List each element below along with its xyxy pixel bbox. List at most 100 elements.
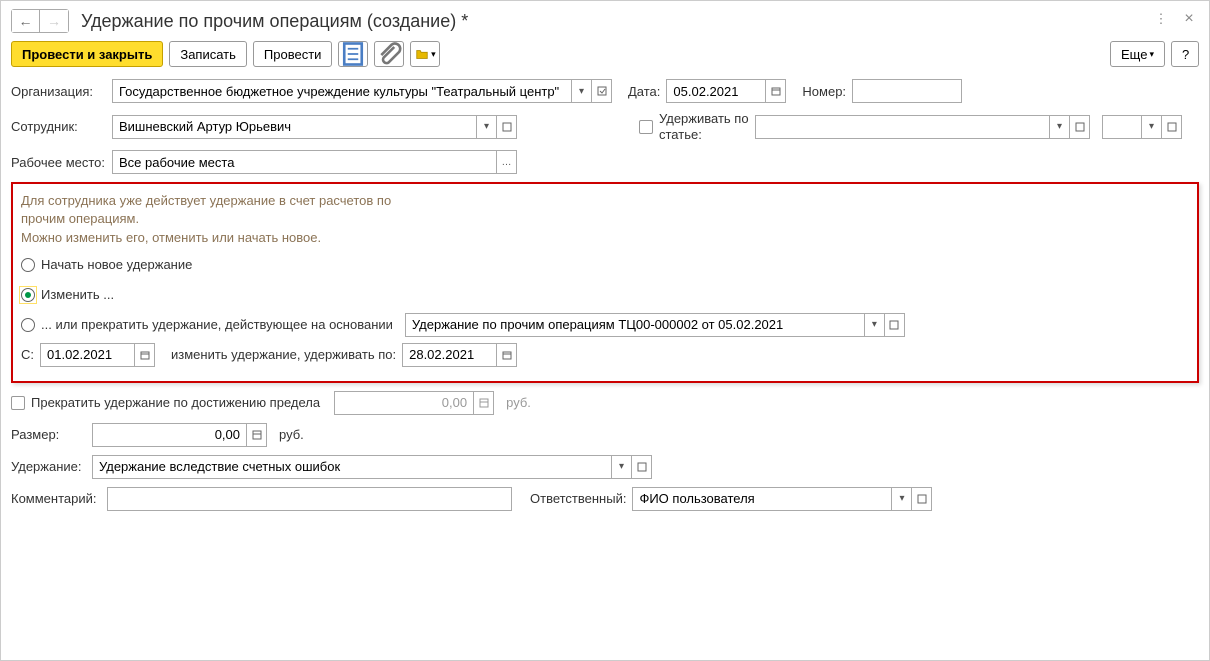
responsible-dropdown-icon[interactable]: ▾ [892,487,912,511]
limit-checkbox[interactable] [11,396,25,410]
more-label: Еще [1121,47,1147,62]
article-open-icon[interactable] [1070,115,1090,139]
limit-rub: руб. [506,395,531,410]
responsible-label: Ответственный: [530,491,626,506]
responsible-input-group: ▾ [632,487,932,511]
row-org-date: Организация: ▾ Дата: Номер: [11,79,1199,103]
amount-input-group [92,423,267,447]
date-input-group [666,79,786,103]
row-workplace: Рабочее место: … [11,150,1199,174]
radio-change-row: Изменить ... [21,283,1189,307]
date-input[interactable] [666,79,766,103]
limit-checkbox-wrap: Прекратить удержание по достижению преде… [11,395,320,410]
back-button[interactable]: ← [12,10,40,32]
row-amount: Размер: руб. [11,423,1199,447]
form-window: ← → Удержание по прочим операциям (созда… [0,0,1210,661]
help-button[interactable]: ? [1171,41,1199,67]
number-input[interactable] [852,79,962,103]
deduction-dropdown-icon[interactable]: ▾ [612,455,632,479]
basis-input[interactable] [405,313,865,337]
workplace-label: Рабочее место: [11,155,106,170]
deduction-input[interactable] [92,455,612,479]
amount-label: Размер: [11,427,86,442]
basis-dropdown-icon[interactable]: ▾ [865,313,885,337]
limit-calc-icon[interactable] [474,391,494,415]
radio-stop-label: ... или прекратить удержание, действующе… [41,317,393,332]
deduct-by-label: Удерживать по статье: [659,111,749,142]
to-date-group [402,343,517,367]
row-deduction: Удержание: ▾ [11,455,1199,479]
deduct-by-checkbox-wrap: Удерживать по статье: [639,111,749,142]
radio-change[interactable] [21,288,35,302]
toolbar: Провести и закрыть Записать Провести ▾ Е… [11,41,1199,67]
row-comment: Комментарий: Ответственный: ▾ [11,487,1199,511]
employee-dropdown-icon[interactable]: ▾ [477,115,497,139]
workplace-input[interactable] [112,150,497,174]
date-label: Дата: [628,84,660,99]
employee-open-icon[interactable] [497,115,517,139]
from-label: С: [21,347,34,362]
article-input-group: ▾ [755,115,1090,139]
change-hold-label: изменить удержание, удерживать по: [171,347,396,362]
radio-start-new[interactable] [21,258,35,272]
header-bar: ← → Удержание по прочим операциям (созда… [11,9,1199,33]
org-open-icon[interactable] [592,79,612,103]
page-title: Удержание по прочим операциям (создание)… [81,11,468,32]
comment-input[interactable] [107,487,512,511]
radio-stop[interactable] [21,318,35,332]
forward-button[interactable]: → [40,10,68,32]
hint-line2: Можно изменить его, отменить или начать … [21,230,321,245]
radio-change-label: Изменить ... [41,287,114,302]
limit-input[interactable] [334,391,474,415]
kebab-icon[interactable]: ⋮ [1151,9,1171,29]
header-actions: ⋮ × [1151,9,1199,29]
org-dropdown-icon[interactable]: ▾ [572,79,592,103]
article2-input[interactable] [1102,115,1142,139]
limit-input-group [334,391,494,415]
date-calendar-icon[interactable] [766,79,786,103]
employee-label: Сотрудник: [11,119,106,134]
employee-input[interactable] [112,115,477,139]
article2-open-icon[interactable] [1162,115,1182,139]
action-box: Для сотрудника уже действует удержание в… [11,182,1199,383]
post-button[interactable]: Провести [253,41,333,67]
attachment-icon[interactable] [374,41,404,67]
from-date-input[interactable] [40,343,135,367]
deduction-label: Удержание: [11,459,86,474]
from-date-calendar-icon[interactable] [135,343,155,367]
to-date-input[interactable] [402,343,497,367]
to-date-calendar-icon[interactable] [497,343,517,367]
basis-open-icon[interactable] [885,313,905,337]
toolbar-right: Еще ▾ ? [1110,41,1199,67]
hint-line1: Для сотрудника уже действует удержание в… [21,193,391,226]
save-button[interactable]: Записать [169,41,247,67]
deduct-by-checkbox[interactable] [639,120,653,134]
amount-input[interactable] [92,423,247,447]
radio-start-new-label: Начать новое удержание [41,257,192,272]
responsible-open-icon[interactable] [912,487,932,511]
workplace-select-icon[interactable]: … [497,150,517,174]
amount-calc-icon[interactable] [247,423,267,447]
row-limit: Прекратить удержание по достижению преде… [11,391,1199,415]
article-input[interactable] [755,115,1050,139]
article-dropdown-icon[interactable]: ▾ [1050,115,1070,139]
more-button[interactable]: Еще ▾ [1110,41,1165,67]
hint-text: Для сотрудника уже действует удержание в… [21,192,421,247]
row-employee: Сотрудник: ▾ Удерживать по статье: ▾ ▾ [11,111,1199,142]
radio-stop-row: ... или прекратить удержание, действующе… [21,313,1189,337]
deduction-open-icon[interactable] [632,455,652,479]
org-input[interactable] [112,79,572,103]
org-label: Организация: [11,84,106,99]
date-range-row: С: изменить удержание, удерживать по: [21,343,1189,367]
post-and-close-button[interactable]: Провести и закрыть [11,41,163,67]
limit-label: Прекратить удержание по достижению преде… [31,395,320,410]
close-icon[interactable]: × [1179,9,1199,29]
employee-input-group: ▾ [112,115,517,139]
article2-dropdown-icon[interactable]: ▾ [1142,115,1162,139]
responsible-input[interactable] [632,487,892,511]
article2-input-group: ▾ [1102,115,1182,139]
workplace-input-group: … [112,150,517,174]
report-icon[interactable] [338,41,368,67]
comment-label: Комментарий: [11,491,101,506]
folder-icon[interactable]: ▾ [410,41,440,67]
